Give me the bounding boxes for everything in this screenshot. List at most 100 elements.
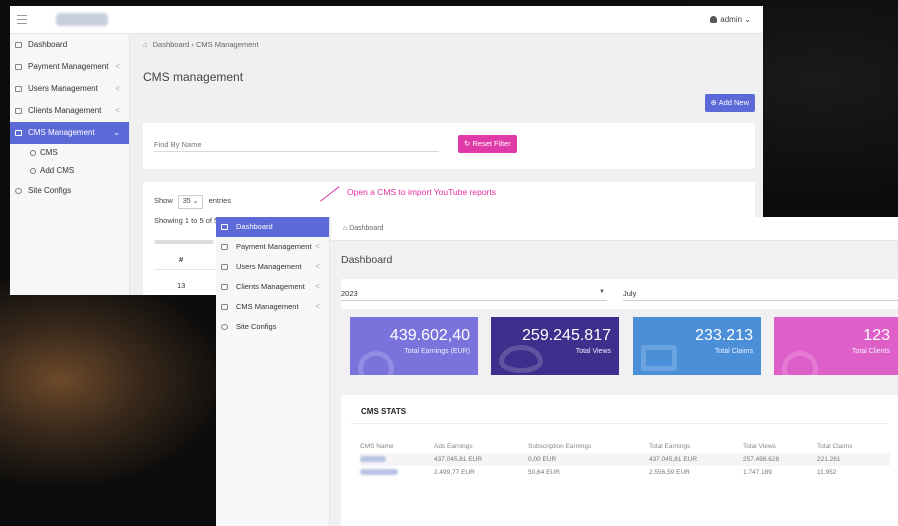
sidebar-item-cms-management[interactable]: CMS Management <: [216, 297, 329, 317]
home-icon[interactable]: ⌂: [143, 40, 148, 49]
gear-icon: [221, 324, 228, 330]
entries-select[interactable]: 35 ⌄: [177, 195, 204, 209]
chevron-left-icon: <: [115, 84, 120, 93]
sidebar: Dashboard Payment Management < Users Man…: [216, 217, 330, 526]
hamburger-menu-icon[interactable]: [17, 15, 27, 24]
annotation-text: Open a CMS to import YouTube reports: [347, 187, 496, 197]
sidebar-item-users-management[interactable]: Users Management <: [10, 78, 129, 100]
column-header[interactable]: Total Views: [743, 439, 817, 453]
sidebar: Dashboard Payment Management < Users Man…: [10, 34, 130, 295]
year-select[interactable]: 2023 ▼: [341, 289, 607, 301]
chevron-left-icon: <: [315, 242, 320, 251]
stat-card-total-views: 259.245.817 Total Views: [491, 317, 619, 375]
column-header[interactable]: Ads Earnings: [434, 439, 528, 453]
month-select-value: July: [623, 289, 637, 298]
stat-value: 259.245.817: [522, 327, 611, 344]
stat-value: 439.602,40: [389, 327, 470, 344]
show-label: Show: [154, 196, 173, 205]
month-select[interactable]: July: [623, 289, 898, 301]
sidebar-item-clients-management[interactable]: Clients Management <: [10, 100, 129, 122]
table-row[interactable]: 437.045,81 EUR 0,00 EUR 437.045,81 EUR 2…: [360, 453, 890, 466]
home-icon[interactable]: ⌂: [343, 225, 347, 232]
table-cell: 437.045,81 EUR: [434, 453, 528, 466]
table-cell: 257.498.628: [743, 453, 817, 466]
column-header[interactable]: CMS Name: [360, 439, 434, 453]
reset-filter-button[interactable]: ↻ Reset Filter: [458, 135, 517, 153]
gear-icon: [15, 188, 22, 194]
sidebar-item-clients-management[interactable]: Clients Management <: [216, 277, 329, 297]
table-cell: 2.499,77 EUR: [434, 469, 475, 476]
sidebar-subitem-add-cms[interactable]: Add CMS: [10, 162, 129, 180]
breadcrumb-current: Dashboard: [349, 225, 384, 232]
sidebar-subitem-label: CMS: [40, 148, 58, 157]
payment-icon: [221, 244, 228, 250]
card-divider: [351, 423, 888, 424]
column-header[interactable]: Total Earnings: [649, 439, 743, 453]
sidebar-item-label: Users Management: [236, 262, 302, 271]
cms-name-cell[interactable]: [360, 453, 434, 466]
sidebar-item-label: CMS Management: [28, 128, 95, 137]
stat-value: 123: [863, 327, 890, 344]
caret-down-icon: ▼: [599, 289, 605, 295]
cms-stats-table: CMS Name Ads Earnings Subscription Earni…: [360, 439, 890, 479]
table-cell: 221.261: [817, 453, 890, 466]
sidebar-item-site-configs[interactable]: Site Configs: [10, 180, 129, 202]
column-header[interactable]: Subscription Earnings: [528, 439, 649, 453]
user-menu[interactable]: admin ⌄: [710, 15, 751, 24]
cms-stats-title: CMS STATS: [361, 407, 407, 416]
chevron-down-icon: ⌄: [113, 128, 120, 137]
user-icon: [782, 351, 818, 375]
sidebar-item-label: Users Management: [28, 84, 98, 93]
sidebar-item-dashboard[interactable]: Dashboard: [10, 34, 129, 56]
breadcrumb-bar: ⌂ Dashboard: [331, 217, 898, 241]
horizontal-scrollbar[interactable]: [154, 240, 214, 244]
sidebar-item-dashboard[interactable]: Dashboard: [216, 217, 329, 237]
client-icon: [15, 108, 22, 114]
users-icon: [221, 264, 228, 270]
sidebar-subitem-cms[interactable]: CMS: [10, 144, 129, 162]
user-icon: [710, 16, 718, 23]
find-by-name-input[interactable]: [154, 137, 439, 152]
filter-card: ↻ Reset Filter: [143, 123, 755, 169]
cms-name-cell[interactable]: [360, 466, 434, 479]
column-header[interactable]: Total Claims: [817, 439, 890, 453]
date-filter-bar: 2023 ▼ July: [341, 279, 898, 309]
sidebar-item-label: Site Configs: [28, 186, 72, 195]
dashboard-icon: [15, 42, 22, 48]
sidebar-item-payment-management[interactable]: Payment Management <: [10, 56, 129, 78]
sidebar-item-label: Payment Management: [28, 62, 109, 71]
sidebar-item-users-management[interactable]: Users Management <: [216, 257, 329, 277]
page-title: Dashboard: [341, 254, 393, 266]
table-info: Showing 1 to 5 of 5: [154, 216, 219, 225]
page-length-control: Show 35 ⌄ entries: [154, 195, 231, 209]
laptop-icon: [221, 304, 228, 310]
stat-card-total-claims: 233.213 Total Claims: [633, 317, 761, 375]
sidebar-item-cms-management[interactable]: CMS Management ⌄: [10, 122, 129, 144]
laptop-icon: [15, 130, 22, 136]
chevron-left-icon: <: [115, 106, 120, 115]
table-row[interactable]: 2.499,77 EUR 50,64 EUR 2.556,59 EUR 1.74…: [360, 466, 890, 479]
stat-label: Total Earnings (EUR): [404, 348, 470, 355]
breadcrumb-current: CMS Management: [196, 40, 259, 49]
add-new-button[interactable]: ⊕ Add New: [704, 94, 755, 112]
payment-icon: [15, 64, 22, 70]
breadcrumb: ⌂ Dashboard › CMS Management: [143, 40, 259, 49]
main-content: ⌂ Dashboard Dashboard 2023 ▼ July 439.60…: [331, 217, 898, 526]
page-title: CMS management: [143, 70, 244, 84]
sidebar-item-payment-management[interactable]: Payment Management <: [216, 237, 329, 257]
users-icon: [15, 86, 22, 92]
table-cell: 1.747.189: [743, 469, 772, 476]
stat-card-total-clients: 123 Total Clients: [774, 317, 898, 375]
table-cell-id: 13: [177, 281, 186, 290]
sidebar-item-site-configs[interactable]: Site Configs: [216, 317, 329, 337]
chevron-left-icon: <: [315, 262, 320, 271]
sidebar-item-label: Clients Management: [28, 106, 102, 115]
breadcrumb-dashboard[interactable]: Dashboard: [153, 40, 190, 49]
sidebar-item-label: Payment Management: [236, 242, 312, 251]
column-header-id[interactable]: #: [179, 255, 183, 264]
sidebar-item-label: Clients Management: [236, 282, 305, 291]
user-menu-label: admin ⌄: [720, 15, 751, 24]
cms-name-redacted: [360, 469, 398, 476]
sidebar-item-label: Dashboard: [28, 40, 68, 49]
coin-icon: [358, 351, 394, 375]
